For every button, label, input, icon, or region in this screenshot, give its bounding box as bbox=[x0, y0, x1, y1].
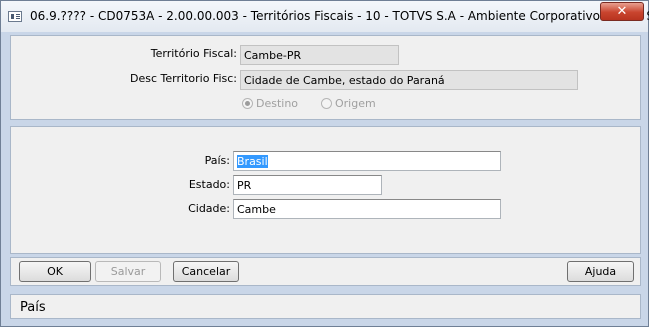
radio-origem-label: Origem bbox=[335, 97, 376, 110]
estado-input[interactable]: PR bbox=[233, 175, 382, 195]
app-window-icon[interactable] bbox=[8, 11, 22, 22]
pais-value: Brasil bbox=[237, 155, 268, 168]
desc-territorio-label: Desc Territorio Fisc: bbox=[130, 72, 237, 85]
desc-territorio-field: Cidade de Cambe, estado do Paraná bbox=[240, 70, 578, 90]
pais-label: País: bbox=[204, 154, 230, 167]
radio-destino-icon bbox=[242, 98, 253, 109]
dialog-window: 06.9.???? - CD0753A - 2.00.00.003 - Terr… bbox=[0, 0, 649, 327]
radio-destino-label: Destino bbox=[256, 97, 299, 110]
territorio-fiscal-field: Cambe-PR bbox=[240, 45, 399, 65]
radio-origem-icon bbox=[321, 98, 332, 109]
status-text: País bbox=[20, 300, 46, 315]
window-title: 06.9.???? - CD0753A - 2.00.00.003 - Terr… bbox=[30, 9, 649, 23]
cidade-input[interactable]: Cambe bbox=[233, 199, 501, 219]
cancelar-button[interactable]: Cancelar bbox=[173, 261, 239, 282]
cidade-label: Cidade: bbox=[188, 202, 230, 215]
territorio-fiscal-label: Território Fiscal: bbox=[150, 47, 237, 60]
pais-input[interactable]: Brasil bbox=[233, 151, 501, 171]
close-button[interactable]: ✕ bbox=[600, 2, 644, 21]
radio-origem[interactable]: Origem bbox=[321, 97, 376, 110]
salvar-button[interactable]: Salvar bbox=[95, 261, 161, 282]
button-bar: OK Salvar Cancelar Ajuda bbox=[10, 257, 641, 286]
form-panel: País: Brasil Estado: PR Cidade: Cambe bbox=[10, 126, 641, 254]
ajuda-button[interactable]: Ajuda bbox=[567, 261, 634, 282]
estado-label: Estado: bbox=[188, 178, 230, 191]
status-bar: País bbox=[10, 294, 641, 319]
radio-destino[interactable]: Destino bbox=[242, 97, 298, 110]
header-panel: Território Fiscal: Cambe-PR Desc Territo… bbox=[10, 35, 641, 120]
ok-button[interactable]: OK bbox=[19, 261, 91, 282]
title-bar[interactable]: 06.9.???? - CD0753A - 2.00.00.003 - Terr… bbox=[1, 1, 649, 32]
